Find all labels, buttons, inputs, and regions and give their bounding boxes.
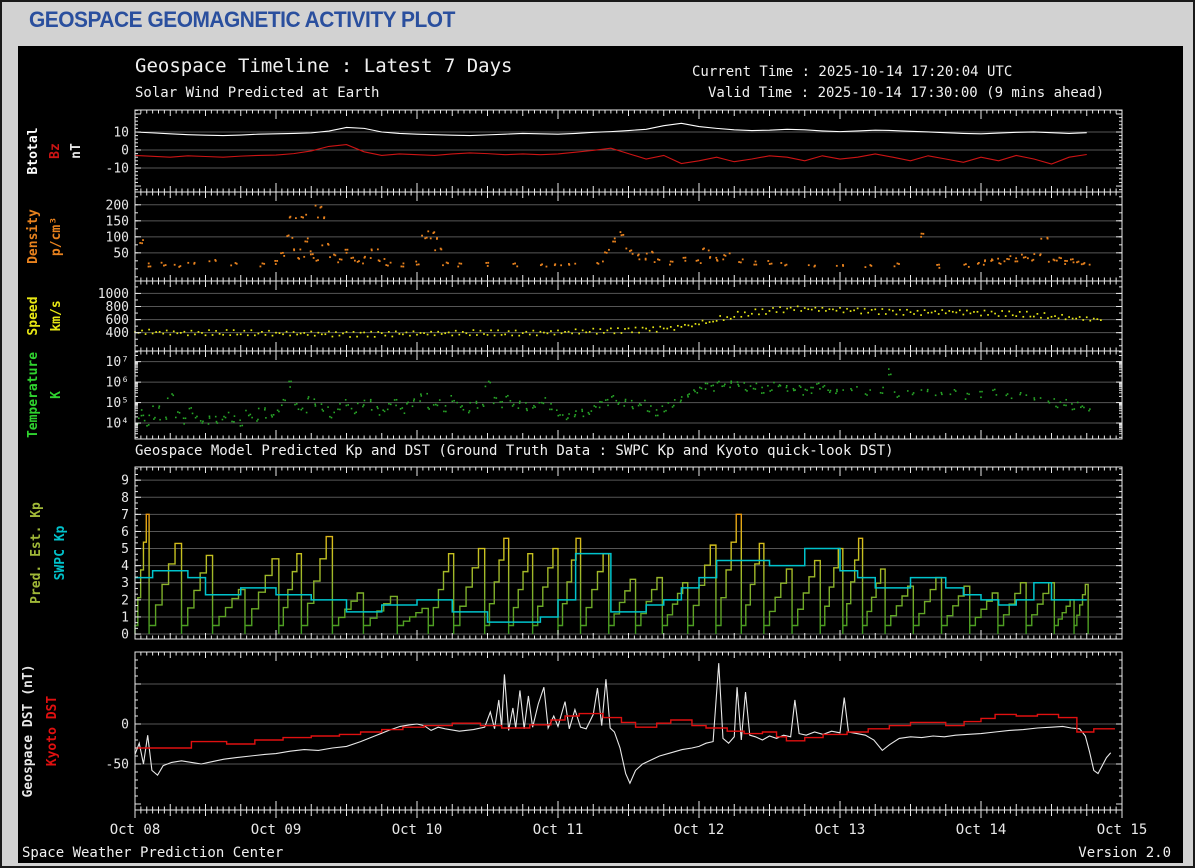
page-header: GEOSPACE GEOMAGNETIC ACTIVITY PLOT bbox=[29, 7, 477, 33]
current-time-label: Current Time : 2025-10-14 17:20:04 UTC bbox=[692, 64, 1013, 80]
plot-title: Geospace Timeline : Latest 7 Days bbox=[135, 55, 513, 77]
footer-source: Space Weather Prediction Center bbox=[22, 845, 284, 861]
valid-time-label: Valid Time : 2025-10-14 17:30:00 (9 mins… bbox=[708, 85, 1105, 101]
page-title: GEOSPACE GEOMAGNETIC ACTIVITY PLOT bbox=[29, 7, 455, 32]
footer-version: Version 2.0 bbox=[1078, 845, 1171, 861]
solar-wind-subtitle: Solar Wind Predicted at Earth bbox=[135, 85, 380, 101]
page: GEOSPACE GEOMAGNETIC ACTIVITY PLOT Geosp… bbox=[0, 0, 1195, 868]
kp-dst-section-title: Geospace Model Predicted Kp and DST (Gro… bbox=[135, 443, 894, 459]
